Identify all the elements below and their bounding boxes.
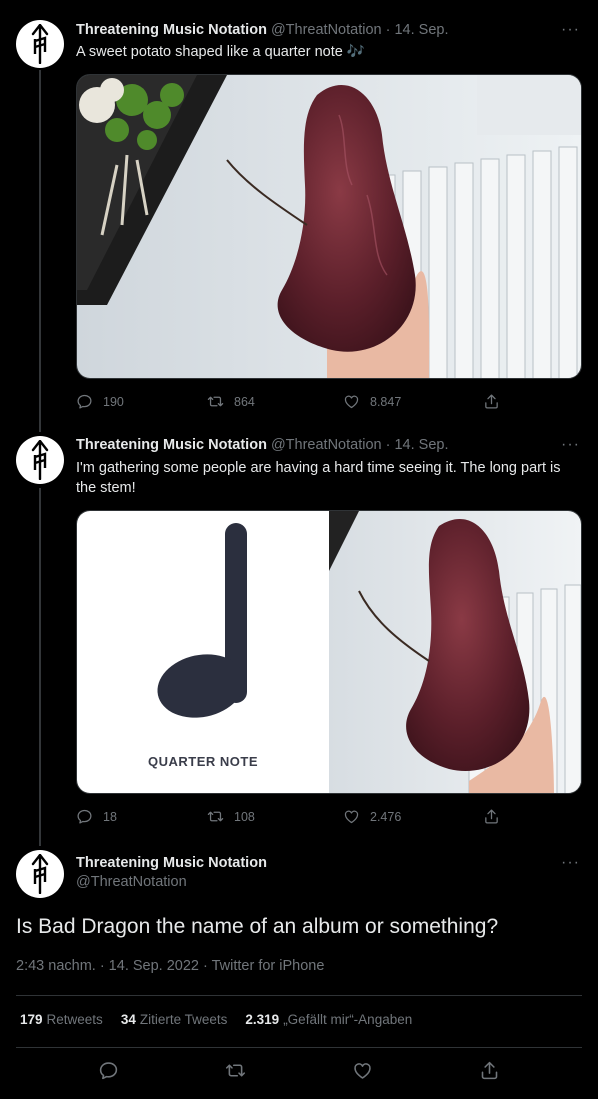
reply-count: 18	[103, 809, 117, 824]
media-caption: QUARTER NOTE	[148, 754, 258, 769]
tweet-text: A sweet potato shaped like a quarter not…	[76, 44, 365, 60]
more-options-button[interactable]: ···	[561, 854, 580, 872]
author-handle[interactable]: @ThreatNotation	[76, 874, 267, 890]
logo-icon	[26, 24, 54, 64]
share-icon[interactable]	[479, 1060, 500, 1081]
retweet-button[interactable]: 108	[207, 808, 343, 825]
tweet-actions: 190 864 8.847	[76, 393, 516, 410]
quote-tweets-stat[interactable]: 34 Zitierte Tweets	[121, 1012, 228, 1027]
author-name[interactable]: Threatening Music Notation	[76, 437, 267, 453]
retweet-button[interactable]: 864	[207, 393, 343, 410]
likes-count: 2.319	[245, 1012, 280, 1027]
like-count: 2.476	[370, 809, 402, 824]
tweet-photo[interactable]	[76, 74, 582, 379]
avatar[interactable]	[16, 436, 64, 484]
share-button[interactable]	[483, 808, 500, 825]
sweet-potato-photo	[77, 75, 581, 378]
author-name[interactable]: Threatening Music Notation	[76, 855, 267, 871]
quarter-note-icon	[157, 523, 247, 718]
tweet-date[interactable]: · 14. Sep.	[386, 22, 449, 38]
logo-icon	[26, 440, 54, 480]
retweet-icon	[207, 808, 224, 825]
reply-icon[interactable]	[98, 1060, 119, 1081]
share-icon	[483, 808, 500, 825]
share-button[interactable]	[483, 393, 500, 410]
share-icon	[483, 393, 500, 410]
heart-icon	[343, 808, 360, 825]
retweet-count: 108	[234, 809, 255, 824]
reply-button[interactable]: 190	[76, 393, 207, 410]
likes-label: „Gefällt mir“-Angaben	[283, 1012, 413, 1027]
reply-icon	[76, 393, 93, 410]
avatar[interactable]	[16, 20, 64, 68]
author-handle[interactable]: @ThreatNotation	[271, 22, 382, 38]
reply-button[interactable]: 18	[76, 808, 207, 825]
avatar[interactable]	[16, 850, 64, 898]
quotes-count: 34	[120, 1012, 136, 1027]
divider	[16, 995, 582, 996]
tweet-actions: 18 108 2.476	[76, 808, 516, 825]
tweet-text: Is Bad Dragon the name of an album or so…	[16, 915, 499, 938]
tweet-header: Threatening Music Notation @ThreatNotati…	[76, 855, 267, 890]
quotes-label: Zitierte Tweets	[139, 1012, 228, 1027]
reply-count: 190	[103, 394, 124, 409]
tweet-text: I'm gathering some people are having a h…	[76, 460, 561, 496]
retweets-count: 179	[20, 1012, 43, 1027]
retweet-icon[interactable]	[225, 1060, 246, 1081]
sweet-potato-photo	[329, 511, 581, 793]
tweet-actions	[0, 1060, 598, 1081]
likes-stat[interactable]: 2.319 „Gefällt mir“-Angaben	[245, 1012, 412, 1027]
like-count: 8.847	[370, 394, 402, 409]
thread-line	[39, 70, 41, 432]
divider	[16, 1047, 582, 1048]
retweets-stat[interactable]: 179 Retweets	[20, 1012, 103, 1027]
tweet-header: Threatening Music Notation @ThreatNotati…	[76, 22, 449, 38]
author-handle[interactable]: @ThreatNotation	[271, 437, 382, 453]
heart-icon	[343, 393, 360, 410]
retweets-label: Retweets	[46, 1012, 103, 1027]
retweet-icon	[207, 393, 224, 410]
like-button[interactable]: 2.476	[343, 808, 483, 825]
retweet-count: 864	[234, 394, 255, 409]
tweet-header: Threatening Music Notation @ThreatNotati…	[76, 437, 449, 453]
tweet-timestamp[interactable]: 2:43 nachm. · 14. Sep. 2022 · Twitter fo…	[16, 958, 324, 974]
tweet-photo-grid: QUARTER NOTE	[76, 510, 582, 794]
more-options-button[interactable]: ···	[561, 21, 580, 39]
quarter-note-image[interactable]: QUARTER NOTE	[77, 511, 329, 793]
tweet-stats: 179 Retweets 34 Zitierte Tweets 2.319 „Gefä…	[20, 1012, 412, 1027]
thread-line	[39, 488, 41, 846]
heart-icon[interactable]	[352, 1060, 373, 1081]
sweet-potato-image[interactable]	[329, 511, 581, 793]
logo-icon	[26, 854, 54, 894]
author-name[interactable]: Threatening Music Notation	[76, 22, 267, 38]
like-button[interactable]: 8.847	[343, 393, 483, 410]
more-options-button[interactable]: ···	[561, 436, 580, 454]
reply-icon	[76, 808, 93, 825]
tweet-date[interactable]: · 14. Sep.	[386, 437, 449, 453]
